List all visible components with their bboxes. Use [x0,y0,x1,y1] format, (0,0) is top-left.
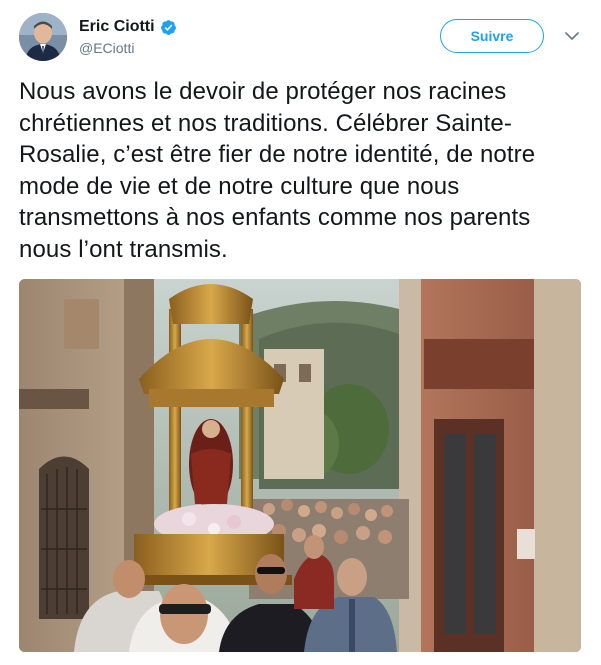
chevron-down-icon[interactable] [563,27,581,45]
tweet-photo[interactable] [19,279,581,652]
tweet-text: Nous avons le devoir de protéger nos rac… [19,78,542,263]
display-name-row: Eric Ciotti [79,16,177,38]
verified-badge-icon [160,19,177,36]
tweet-card: Eric Ciotti @ECiotti Suivre Nous avons l… [0,0,601,665]
tweet-header: Eric Ciotti @ECiotti Suivre [19,13,584,63]
author-handle[interactable]: @ECiotti [79,40,177,56]
avatar[interactable] [19,13,67,61]
avatar-portrait [19,13,67,61]
follow-button[interactable]: Suivre [440,19,544,53]
procession-photo [19,279,581,652]
author-names: Eric Ciotti @ECiotti [79,16,177,56]
display-name[interactable]: Eric Ciotti [79,18,155,36]
